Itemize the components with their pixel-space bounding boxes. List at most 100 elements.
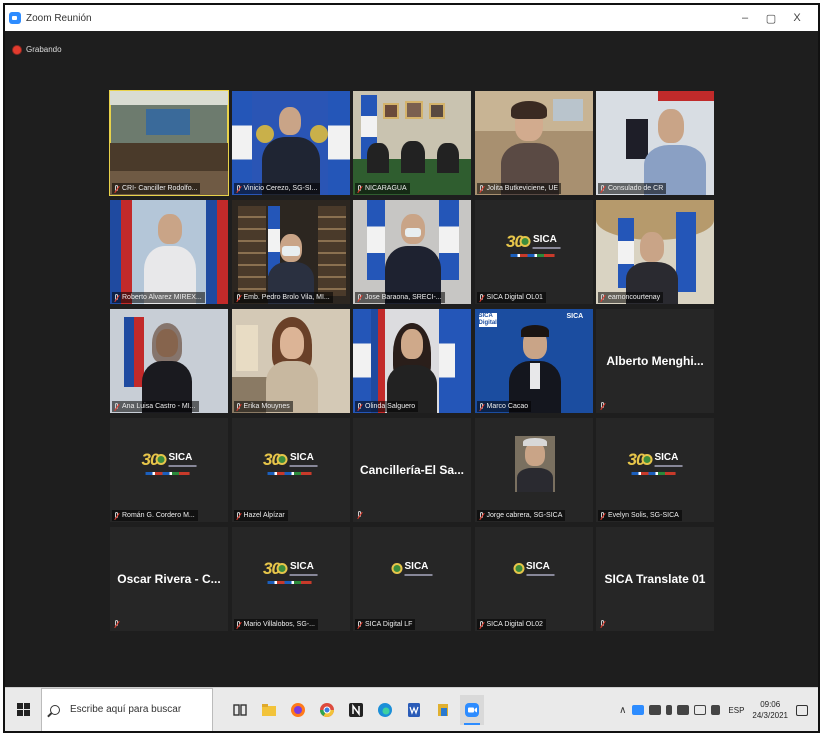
- mic-muted-icon: [479, 184, 484, 193]
- video-tile[interactable]: eamoncourtenay: [596, 200, 714, 304]
- mic-muted-icon: [114, 620, 119, 628]
- mic-muted-icon: [479, 293, 484, 302]
- participant-name: Marco Cacao: [476, 401, 532, 412]
- firefox-icon[interactable]: [286, 695, 310, 725]
- participant-name: Román G. Cordero M...: [112, 510, 198, 521]
- task-view-icon[interactable]: [228, 695, 252, 725]
- video-tile[interactable]: Consulado de CR: [596, 91, 714, 195]
- mic-muted-icon: [357, 511, 362, 519]
- recording-indicator[interactable]: Grabando: [13, 45, 62, 54]
- video-tile[interactable]: SICA SICA Digital OL02: [474, 527, 593, 631]
- mic-muted-icon: [357, 402, 362, 411]
- mic-muted-icon: [600, 620, 605, 628]
- video-tile[interactable]: CRI- Canciller Rodolfo...: [109, 90, 229, 196]
- search-placeholder: Escribe aquí para buscar: [70, 704, 182, 715]
- participant-name: Mario Villalobos, SG-...: [233, 619, 318, 630]
- network-icon[interactable]: [693, 705, 706, 715]
- mic-muted-icon: [236, 184, 241, 193]
- mic-muted-icon: [479, 620, 484, 629]
- video-tile[interactable]: Olinda Salguero: [353, 309, 471, 413]
- mic-muted-icon: [600, 293, 605, 302]
- video-content: [110, 91, 228, 105]
- sica-logo: 30 SICA: [628, 450, 683, 475]
- video-tile[interactable]: SICA Digital SICA Marco Cacao: [474, 309, 593, 413]
- windows-logo-icon: [16, 703, 30, 716]
- participant-name: Vinicio Cerezo, SG-SI...: [233, 183, 321, 194]
- participant-name: NICARAGUA: [355, 183, 410, 194]
- mic-muted-icon: [236, 511, 241, 520]
- mic-muted-icon: [479, 402, 484, 411]
- file-explorer-icon[interactable]: [257, 695, 281, 725]
- participant-name: Jorge cabrera, SG-SICA: [476, 510, 566, 521]
- clock-time: 09:06: [760, 700, 781, 709]
- close-button[interactable]: X: [784, 12, 810, 24]
- mic-muted-icon: [114, 402, 119, 411]
- video-tile[interactable]: 30 SICA Román G. Cordero M...: [110, 418, 228, 522]
- gallery-grid: CRI- Canciller Rodolfo... Vinicio Cerezo…: [109, 90, 714, 631]
- participant-name: Roberto Alvarez MIREX...: [112, 292, 205, 303]
- zoom-app-icon: [9, 12, 21, 24]
- participant-name: eamoncourtenay: [598, 292, 664, 303]
- sica-logo: SICA: [391, 561, 433, 576]
- volume-icon[interactable]: [710, 705, 720, 715]
- participant-name: Jolita Butkeviciene, UE: [476, 183, 562, 194]
- video-tile[interactable]: SICA Translate 01: [596, 527, 714, 631]
- participant-name: CRI- Canciller Rodolfo...: [112, 183, 201, 194]
- video-tile[interactable]: Emb. Pedro Brolo Vila, MI...: [231, 200, 350, 304]
- tray-app-icon[interactable]: [648, 705, 661, 715]
- app-icon[interactable]: [431, 695, 455, 725]
- video-tile[interactable]: Roberto Alvarez MIREX...: [110, 200, 228, 304]
- mic-muted-icon: [479, 511, 484, 520]
- sica-logo: 30 SICA: [142, 450, 197, 475]
- notifications-icon[interactable]: [796, 704, 808, 716]
- taskbar-clock[interactable]: 09:06 24/3/2021: [752, 699, 788, 721]
- window-controls: – ▢ X: [732, 5, 810, 31]
- mic-muted-icon: [600, 511, 605, 520]
- mic-muted-icon: [357, 293, 362, 302]
- zoom-window: Zoom Reunión – ▢ X Grabando CRI- Cancill…: [3, 3, 820, 733]
- video-tile[interactable]: 30 SICA Evelyn Solis, SG-SICA: [596, 418, 714, 522]
- notion-icon[interactable]: [344, 695, 368, 725]
- video-tile[interactable]: Cancillería-El Sa...: [353, 418, 471, 522]
- mic-muted-icon: [236, 402, 241, 411]
- video-tile[interactable]: Erika Mouynes: [231, 309, 350, 413]
- video-tile[interactable]: SICA SICA Digital LF: [353, 527, 471, 631]
- search-icon: [50, 704, 60, 715]
- zoom-taskbar-icon[interactable]: [459, 694, 484, 725]
- taskbar-apps: [225, 694, 486, 725]
- participant-name: SICA Digital OL01: [476, 292, 546, 303]
- participant-display-name: Oscar Rivera - C...: [117, 572, 221, 586]
- chrome-icon[interactable]: [315, 695, 339, 725]
- video-tile[interactable]: Jolita Butkeviciene, UE: [474, 91, 593, 195]
- start-button[interactable]: [5, 688, 41, 732]
- video-tile[interactable]: NICARAGUA: [353, 91, 471, 195]
- edge-icon[interactable]: [373, 695, 397, 725]
- video-tile[interactable]: Alberto Menghi...: [596, 309, 714, 413]
- mic-muted-icon: [114, 184, 119, 193]
- video-tile[interactable]: 30 SICA SICA Digital OL01: [474, 200, 593, 304]
- taskbar-search[interactable]: Escribe aquí para buscar: [41, 687, 213, 731]
- mic-muted-icon: [114, 293, 119, 302]
- battery-icon[interactable]: [676, 705, 689, 715]
- video-tile[interactable]: Jorge cabrera, SG-SICA: [474, 418, 593, 522]
- video-tile[interactable]: 30 SICA Hazel Alpízar: [231, 418, 350, 522]
- minimize-button[interactable]: –: [732, 12, 758, 24]
- word-icon[interactable]: [402, 695, 426, 725]
- participant-name: SICA Digital OL02: [476, 619, 546, 630]
- video-tile[interactable]: Oscar Rivera - C...: [110, 527, 228, 631]
- video-tile[interactable]: Vinicio Cerezo, SG-SI...: [231, 91, 350, 195]
- video-tile[interactable]: 30 SICA Mario Villalobos, SG-...: [231, 527, 350, 631]
- participant-name: Olinda Salguero: [355, 401, 419, 412]
- input-language[interactable]: ESP: [728, 706, 744, 715]
- maximize-button[interactable]: ▢: [758, 12, 784, 25]
- video-tile[interactable]: Jose Baraona, SRECI-...: [353, 200, 471, 304]
- video-tile[interactable]: Ana Luisa Castro - MI...: [110, 309, 228, 413]
- tray-app-icon[interactable]: [665, 705, 672, 715]
- chevron-up-icon[interactable]: ∧: [619, 705, 626, 716]
- mic-muted-icon: [600, 184, 605, 193]
- participant-name: Erika Mouynes: [233, 401, 293, 412]
- tray-zoom-icon[interactable]: [631, 705, 644, 715]
- participant-display-name: SICA Translate 01: [604, 572, 706, 586]
- participant-name: SICA Digital LF: [355, 619, 416, 630]
- sica-logo: 30 SICA: [263, 450, 318, 475]
